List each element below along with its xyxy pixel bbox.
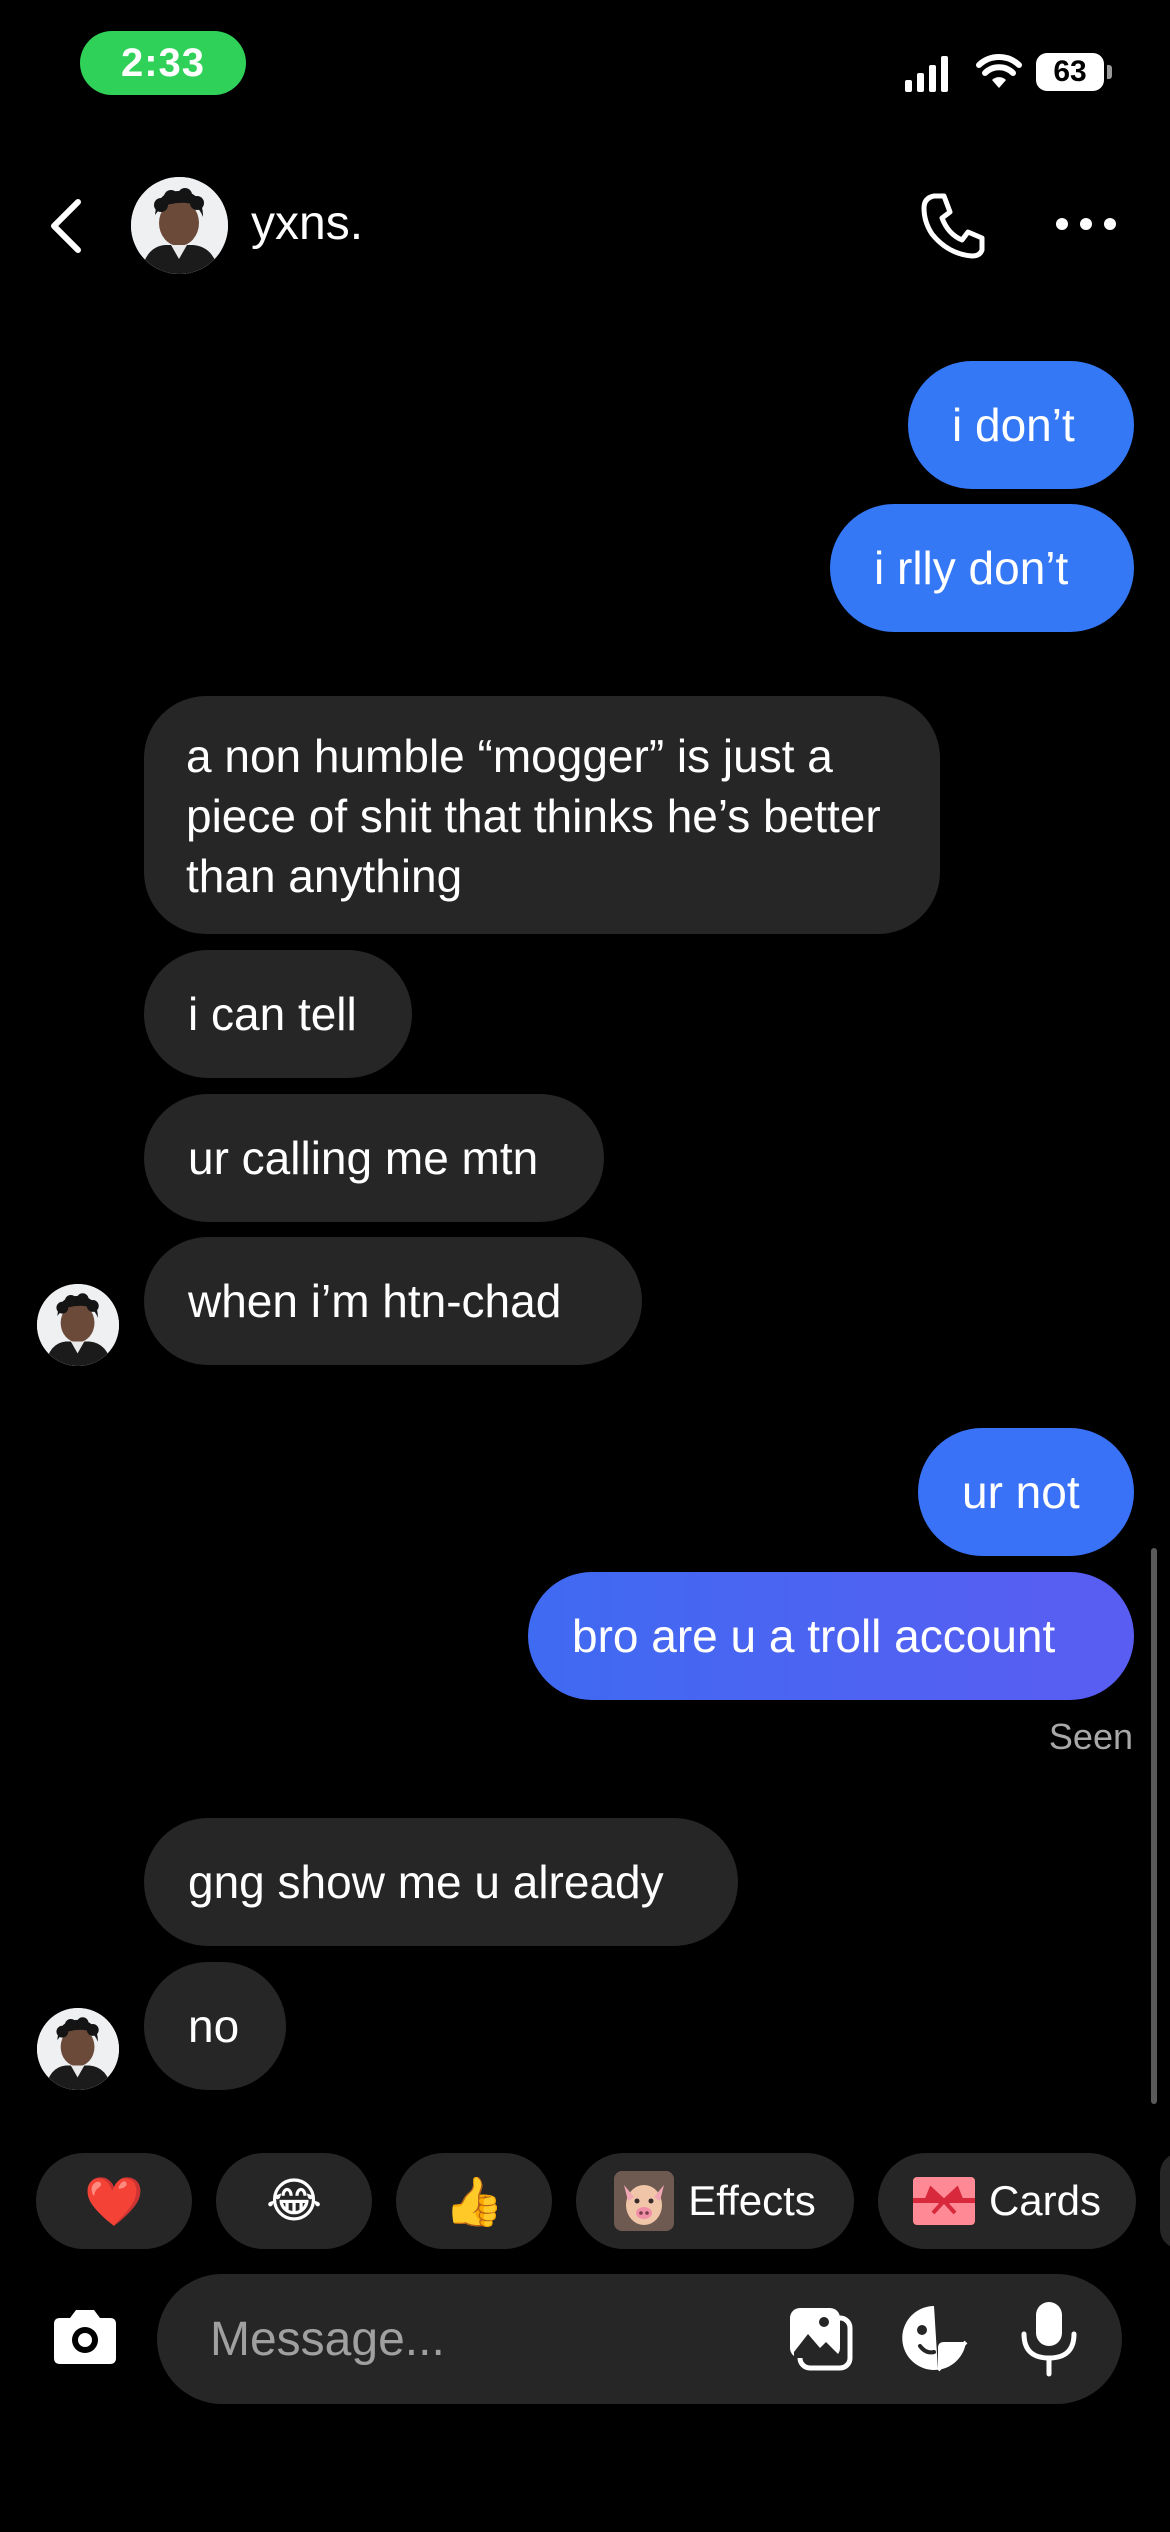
message-bubble-incoming[interactable]: gng show me u already bbox=[144, 1818, 738, 1946]
sender-avatar[interactable] bbox=[37, 2008, 119, 2090]
sticker-icon[interactable] bbox=[898, 2302, 970, 2374]
message-bubble-outgoing[interactable]: bro are u a troll account bbox=[528, 1572, 1134, 1700]
profile-photo bbox=[37, 2008, 119, 2090]
header-avatar[interactable] bbox=[131, 177, 228, 274]
signal-icon bbox=[905, 56, 948, 92]
message-input[interactable]: Message... bbox=[210, 2312, 445, 2367]
message-bubble-incoming[interactable]: i can tell bbox=[144, 950, 412, 1078]
more-icon[interactable] bbox=[1054, 214, 1118, 234]
camera-icon bbox=[54, 2310, 116, 2364]
seen-receipt: Seen bbox=[1048, 1716, 1133, 1757]
back-icon[interactable] bbox=[44, 196, 88, 256]
camera-button[interactable] bbox=[48, 2300, 122, 2374]
cards-label: Cards bbox=[988, 2177, 1102, 2224]
gift-card-icon bbox=[912, 2177, 975, 2225]
quick-reaction-heart[interactable]: ❤️ bbox=[36, 2153, 192, 2249]
microphone-icon[interactable] bbox=[1012, 2298, 1086, 2378]
profile-photo bbox=[37, 1284, 119, 1366]
status-time: 2:33 bbox=[80, 31, 246, 95]
effects-face-icon bbox=[614, 2171, 675, 2231]
quick-reply-overflow-chip[interactable] bbox=[1160, 2153, 1170, 2249]
wifi-icon bbox=[976, 54, 1022, 88]
cards-button[interactable]: Cards bbox=[878, 2153, 1136, 2249]
effects-label: Effects bbox=[688, 2177, 816, 2224]
gallery-icon[interactable] bbox=[786, 2304, 856, 2374]
profile-photo bbox=[131, 177, 228, 274]
message-bubble-incoming[interactable]: ur calling me mtn bbox=[144, 1094, 604, 1222]
phone-icon[interactable] bbox=[920, 190, 986, 260]
battery-icon: 63 bbox=[1036, 53, 1112, 91]
message-bubble-incoming[interactable]: a non humble “mogger” is just a piece of… bbox=[144, 696, 940, 934]
quick-reaction-thumbs-up[interactable]: 👍 bbox=[396, 2153, 552, 2249]
effects-button[interactable]: Effects bbox=[576, 2153, 854, 2249]
message-bubble-outgoing[interactable]: ur not bbox=[918, 1428, 1134, 1556]
message-bubble-outgoing[interactable]: i rlly don’t bbox=[830, 504, 1134, 632]
scroll-indicator[interactable] bbox=[1151, 1548, 1157, 2104]
message-bubble-incoming[interactable]: no bbox=[144, 1962, 286, 2090]
contact-name[interactable]: yxns. bbox=[251, 196, 363, 251]
message-bubble-outgoing[interactable]: i don’t bbox=[908, 361, 1134, 489]
message-bubble-incoming[interactable]: when i’m htn-chad bbox=[144, 1237, 642, 1365]
sender-avatar[interactable] bbox=[37, 1284, 119, 1366]
quick-reaction-laugh[interactable]: 😂 bbox=[216, 2153, 372, 2249]
